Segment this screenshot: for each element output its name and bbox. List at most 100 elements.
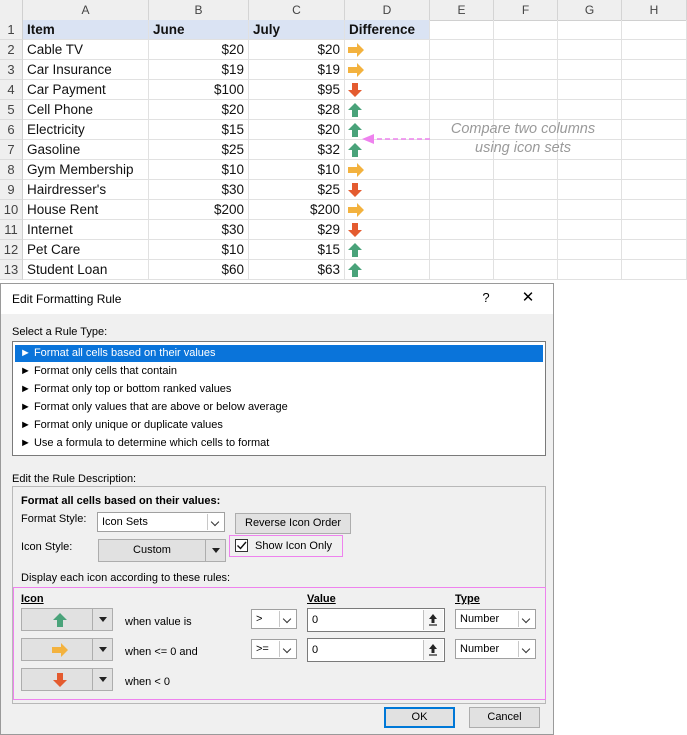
empty-cell[interactable] [622,20,687,40]
empty-cell[interactable] [430,40,494,60]
column-header-f[interactable]: F [494,0,558,20]
rule-type-item[interactable]: ► Format all cells based on their values [15,345,543,362]
rule-type-item[interactable]: ► Format only cells that contain [15,363,543,380]
column-header-d[interactable]: D [345,0,430,20]
empty-cell[interactable] [558,160,622,180]
cell-june[interactable]: $200 [149,200,249,220]
show-icon-only-label[interactable]: Show Icon Only [255,540,332,552]
empty-cell[interactable] [622,120,687,140]
cell-july[interactable]: $25 [249,180,345,200]
cell-june[interactable]: $25 [149,140,249,160]
empty-cell[interactable] [558,220,622,240]
column-header-g[interactable]: G [558,0,622,20]
cell-june[interactable]: $20 [149,40,249,60]
cell-item[interactable]: Cell Phone [23,100,149,120]
cell-june[interactable]: $19 [149,60,249,80]
row-header[interactable]: 9 [0,180,23,200]
cell-june[interactable]: $30 [149,220,249,240]
rule-1-operator-select[interactable]: > [251,609,297,629]
rule-type-item[interactable]: ► Format only unique or duplicate values [15,417,543,434]
row-header[interactable]: 2 [0,40,23,60]
cell-june[interactable]: $20 [149,100,249,120]
column-header-e[interactable]: E [430,0,494,20]
cell-july-header[interactable]: July [249,20,345,40]
empty-cell[interactable] [430,260,494,280]
rule-2-type-select[interactable]: Number [455,639,536,659]
cell-item[interactable]: Gym Membership [23,160,149,180]
column-header-a[interactable]: A [23,0,149,20]
cell-june[interactable]: $100 [149,80,249,100]
column-header-c[interactable]: C [249,0,345,20]
rule-2-operator-select[interactable]: >= [251,639,297,659]
rule-2-cell-picker-button[interactable] [423,640,443,660]
cell-difference[interactable] [345,200,430,220]
cell-july[interactable]: $32 [249,140,345,160]
empty-cell[interactable] [430,220,494,240]
row-header[interactable]: 7 [0,140,23,160]
cell-july[interactable]: $15 [249,240,345,260]
cell-difference[interactable] [345,240,430,260]
row-header[interactable]: 12 [0,240,23,260]
empty-cell[interactable] [494,160,558,180]
row-header[interactable]: 6 [0,120,23,140]
empty-cell[interactable] [494,240,558,260]
empty-cell[interactable] [622,160,687,180]
empty-cell[interactable] [622,80,687,100]
cell-difference[interactable] [345,100,430,120]
empty-cell[interactable] [622,140,687,160]
empty-cell[interactable] [430,200,494,220]
cell-item[interactable]: Hairdresser's [23,180,149,200]
row-header[interactable]: 1 [0,20,23,40]
rule-1-value-input[interactable]: 0 [307,608,445,632]
cell-item[interactable]: Cable TV [23,40,149,60]
empty-cell[interactable] [494,180,558,200]
empty-cell[interactable] [558,20,622,40]
empty-cell[interactable] [430,20,494,40]
cell-june[interactable]: $60 [149,260,249,280]
cell-item[interactable]: Student Loan [23,260,149,280]
empty-cell[interactable] [558,80,622,100]
cell-june[interactable]: $10 [149,240,249,260]
rule-type-item[interactable]: ► Format only top or bottom ranked value… [15,381,543,398]
empty-cell[interactable] [430,240,494,260]
column-header-h[interactable]: H [622,0,687,20]
empty-cell[interactable] [494,80,558,100]
empty-cell[interactable] [558,100,622,120]
reverse-icon-order-button[interactable]: Reverse Icon Order [235,513,351,534]
cell-difference[interactable] [345,220,430,240]
select-all-corner[interactable] [0,0,23,20]
row-header[interactable]: 5 [0,100,23,120]
rule-type-item[interactable]: ► Format only values that are above or b… [15,399,543,416]
empty-cell[interactable] [494,60,558,80]
empty-cell[interactable] [622,260,687,280]
empty-cell[interactable] [494,200,558,220]
cell-july[interactable]: $29 [249,220,345,240]
close-button[interactable]: ✕ [519,288,537,306]
row-header[interactable]: 3 [0,60,23,80]
cell-item[interactable]: Electricity [23,120,149,140]
cell-june[interactable]: $30 [149,180,249,200]
empty-cell[interactable] [430,60,494,80]
row-header[interactable]: 4 [0,80,23,100]
cell-item[interactable]: House Rent [23,200,149,220]
ok-button[interactable]: OK [384,707,455,728]
row-header[interactable]: 10 [0,200,23,220]
icon-select-down[interactable] [21,668,113,691]
cell-difference[interactable] [345,160,430,180]
rule-1-type-select[interactable]: Number [455,609,536,629]
empty-cell[interactable] [494,20,558,40]
cell-july[interactable]: $20 [249,120,345,140]
empty-cell[interactable] [430,180,494,200]
cell-item[interactable]: Internet [23,220,149,240]
empty-cell[interactable] [494,260,558,280]
cell-item-header[interactable]: Item [23,20,149,40]
cell-item[interactable]: Car Insurance [23,60,149,80]
cell-july[interactable]: $19 [249,60,345,80]
cell-item[interactable]: Car Payment [23,80,149,100]
cell-difference-header[interactable]: Difference [345,20,430,40]
empty-cell[interactable] [622,60,687,80]
empty-cell[interactable] [622,180,687,200]
empty-cell[interactable] [558,40,622,60]
column-header-b[interactable]: B [149,0,249,20]
rule-type-item[interactable]: ► Use a formula to determine which cells… [15,435,543,452]
